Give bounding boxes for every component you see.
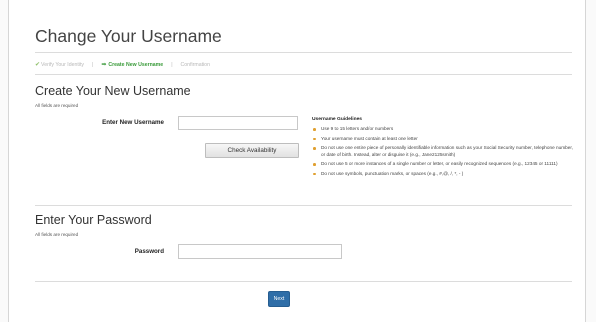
password-label: Password [134,248,164,255]
step-separator: | [171,61,173,68]
guideline-item: Do not use 5 or more instances of a sing… [312,161,576,167]
bullet-icon [313,128,316,131]
next-button[interactable]: Next [268,291,290,307]
step-confirmation: Confirmation [180,61,210,68]
guidelines-list: Use 9 to 15 letters and/or numbers Your … [312,126,576,180]
guideline-item: Your username must contain at least one … [312,136,576,142]
check-availability-button[interactable]: Check Availability [205,143,299,158]
progress-steps: ✔ Verify Your Identity | ➡ Create New Us… [35,61,210,69]
bullet-icon [313,147,316,150]
password-input[interactable] [178,244,342,259]
guidelines-title: Username Guidelines [312,117,363,122]
new-username-input[interactable] [178,116,298,130]
new-username-label: Enter New Username [102,119,164,126]
actions-divider [35,281,572,282]
bullet-icon [313,163,316,166]
title-divider [35,52,572,53]
guideline-item: Use 9 to 15 letters and/or numbers [312,126,576,132]
page-title: Change Your Username [35,26,222,46]
step-separator: | [92,61,94,68]
username-required-note: All fields are required [35,103,79,108]
section-divider [35,205,572,206]
guideline-item: Do not use one entire piece of personall… [312,145,576,158]
step-verify-identity: Verify Your Identity [41,61,84,68]
password-section-heading: Enter Your Password [35,213,152,227]
bullet-icon [313,172,316,176]
password-required-note: All fields are required [35,232,79,237]
steps-divider [35,74,572,75]
username-section-heading: Create Your New Username [35,84,191,98]
step-create-username: Create New Username [108,61,164,68]
guideline-item: Do not use symbols, punctuation marks, o… [312,171,576,177]
check-icon: ✔ [35,62,41,68]
bullet-icon [313,137,316,141]
arrow-right-icon: ➡ [101,62,107,68]
